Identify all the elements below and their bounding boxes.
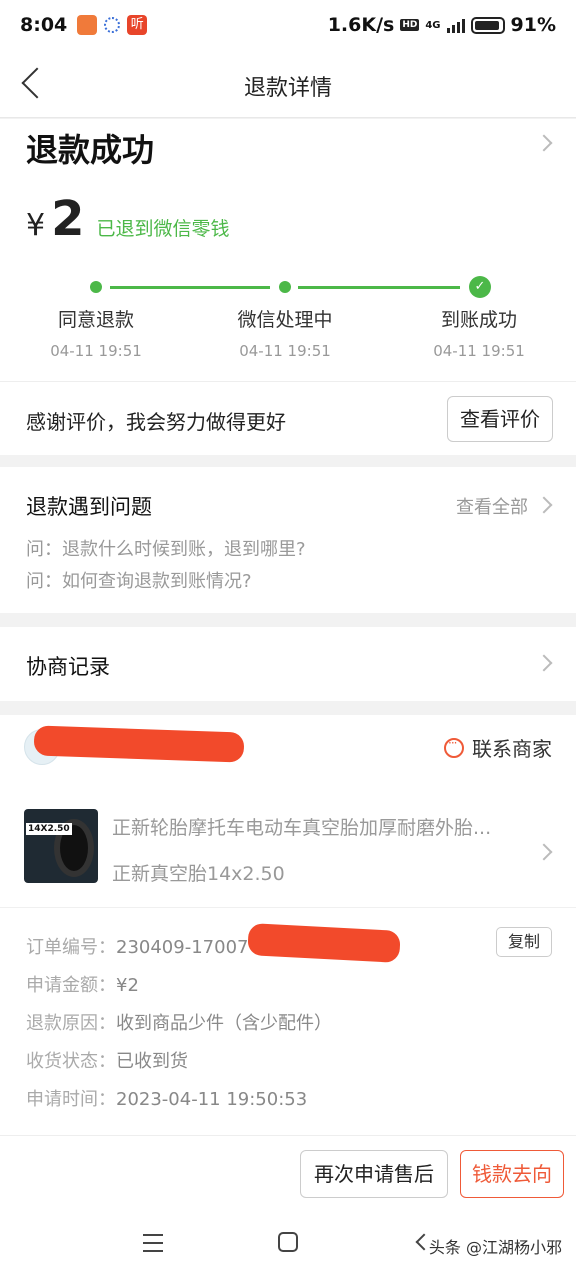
network-type: 4G [425,19,441,31]
step-dot [90,281,102,293]
reason-row: 退款原因：收到商品少件（含少配件） [26,1009,332,1035]
progress-line [110,286,270,289]
review-text: 感谢评价，我会努力做得更好 [26,410,286,434]
refund-status-title: 退款成功 [26,131,155,169]
step-label: 同意退款 [57,309,134,331]
network-speed: 1.6K/s [327,14,395,36]
refund-flow-button[interactable]: 钱款去向 [460,1150,564,1198]
step-label: 到账成功 [440,309,517,331]
view-all-link[interactable]: 查看全部 [456,493,528,519]
negotiation-record-row[interactable]: 协商记录 [0,627,576,701]
order-info-card: 铺 联系商家 14X2.50 正新轮胎摩托车电动车真空胎加厚耐磨外胎... 正新… [0,715,576,1135]
step-time: 04-11 19:51 [239,342,331,360]
apply-amount: ¥2 [116,975,139,996]
progress-step: 微信处理中 04-11 19:51 [205,305,365,360]
battery-icon [470,16,505,34]
page-title: 退款详情 [243,76,332,101]
system-nav-bar: 头条 @江湖杨小邪 [0,1210,576,1280]
shop-name-redacted[interactable]: 铺 [33,725,245,763]
apply-time-row: 申请时间：2023-04-11 19:50:53 [26,1085,307,1111]
step-time: 04-11 19:51 [50,342,142,360]
refund-reason: 收到商品少件（含少配件） [116,1013,332,1034]
bottom-action-bar: 再次申请售后 钱款去向 [0,1135,576,1210]
progress-line [298,286,460,289]
amount-row: 申请金额：¥2 [26,971,139,997]
order-number: 230409-17007 [116,937,249,958]
chevron-right-icon[interactable] [535,134,553,152]
status-bar: 8:04 听 1.6K/s HD 4G 91% [0,0,576,50]
negotiation-title: 协商记录 [26,655,110,679]
clock: 8:04 [20,14,68,36]
step-label: 微信处理中 [237,309,333,331]
receipt-status: 已收到货 [116,1051,188,1072]
product-image[interactable]: 14X2.50 [24,809,98,883]
signal-icon [446,17,465,33]
refund-destination: 已退到微信零钱 [96,218,230,240]
step-dot [279,281,291,293]
watermark: 头条 @江湖杨小邪 [428,1238,562,1257]
view-review-button[interactable]: 查看评价 [447,396,553,442]
field-label: 申请时间： [26,1089,116,1110]
menu-icon[interactable] [143,1234,163,1252]
listen-app-icon: 听 [127,15,148,35]
product-title[interactable]: 正新轮胎摩托车电动车真空胎加厚耐磨外胎... [112,813,522,840]
chevron-right-icon[interactable] [535,843,553,861]
divider [0,907,576,908]
faq-title: 退款遇到问题 [26,495,152,519]
contact-label: 联系商家 [472,737,552,761]
progress-step: 到账成功 04-11 19:51 [399,305,559,360]
refund-progress: ✓ [90,276,491,298]
app-notification-icon [77,15,98,35]
paw-notification-icon [104,17,121,33]
chevron-right-icon [535,654,553,672]
product-image-label: 14X2.50 [26,823,72,835]
faq-item[interactable]: 问：如何查询退款到账情况? [26,567,252,593]
status-indicators: 1.6K/s HD 4G 91% [328,14,556,36]
home-icon[interactable] [278,1232,298,1252]
copy-button[interactable]: 复制 [496,927,552,957]
field-label: 退款原因： [26,1013,116,1034]
field-label: 申请金额： [26,975,116,996]
step-time: 04-11 19:51 [433,342,525,360]
battery-percent: 91% [510,14,556,36]
contact-merchant-button[interactable]: 联系商家 [444,733,552,762]
refund-status-card: 退款成功 ¥ 2 已退到微信零钱 ✓ 同意退款 04-11 19:51 微信处理… [0,119,576,381]
order-number-row: 订单编号：230409-17007 [26,933,248,959]
progress-step: 同意退款 04-11 19:51 [16,305,176,360]
field-label: 订单编号： [26,937,116,958]
amount-value: 2 [51,191,85,247]
chat-icon [444,736,464,758]
field-label: 收货状态： [26,1051,116,1072]
receipt-row: 收货状态：已收到货 [26,1047,188,1073]
apply-time: 2023-04-11 19:50:53 [116,1089,308,1110]
product-spec: 正新真空胎14x2.50 [112,863,285,885]
nav-bar: 退款详情 [0,50,576,118]
hd-badge: HD [400,19,420,31]
faq-item[interactable]: 问：退款什么时候到账，退到哪里? [26,535,306,561]
currency-symbol: ¥ [26,208,46,243]
review-row: 感谢评价，我会努力做得更好 查看评价 [0,381,576,455]
check-icon: ✓ [469,276,491,298]
refund-amount: ¥ 2 已退到微信零钱 [26,191,230,247]
chevron-right-icon[interactable] [535,496,553,514]
reapply-after-sale-button[interactable]: 再次申请售后 [300,1150,448,1198]
refund-faq-card: 退款遇到问题 查看全部 问：退款什么时候到账，退到哪里? 问：如何查询退款到账情… [0,467,576,613]
redaction-mark [247,923,401,963]
